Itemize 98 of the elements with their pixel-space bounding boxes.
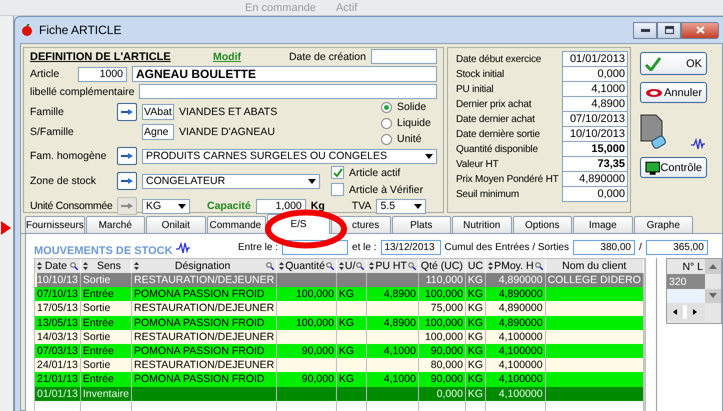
field-label: Unité Consommée — [30, 200, 112, 212]
stat-label: Quantité disponible — [456, 143, 539, 157]
combo-box[interactable]: 5.5 — [376, 198, 426, 214]
table-row[interactable]: 07/10/13 Entrée POMONA PASSION FROID 100,000 KG 4,8900 100,000 KG 4,890000 — [35, 287, 644, 302]
table-row[interactable]: 21/01/13 Entrée POMONA PASSION FROID 90,000 KG 4,1000 90,000 KG 4,100000 — [35, 372, 644, 386]
field-label: et le : — [352, 242, 376, 253]
window-title: Fiche ARTICLE — [39, 23, 122, 37]
field-label: S/Famille — [30, 126, 75, 138]
capacity-field[interactable]: 1,000 — [256, 198, 306, 214]
tab[interactable]: Onilait — [146, 216, 206, 233]
ok-button[interactable]: OK — [640, 52, 707, 75]
table-row[interactable]: 07/03/13 Entrée POMONA PASSION FROID 90,000 KG 4,1000 90,000 KG 4,100000 — [35, 344, 644, 358]
checkbox-option[interactable]: Article à Vérifier — [327, 182, 424, 198]
tab[interactable]: Plats — [392, 216, 451, 233]
total-field[interactable]: 380,00 — [573, 240, 635, 255]
total-field[interactable]: 365,00 — [646, 240, 708, 255]
field-label: Entre le : — [238, 242, 278, 253]
combo-box[interactable]: KG — [142, 198, 190, 214]
tab[interactable]: Image — [573, 216, 632, 233]
table-cell: 4,100000 — [486, 386, 546, 401]
family-name: VIANDES ET ABATS — [179, 106, 278, 118]
checkbox-option[interactable]: Article actif — [327, 164, 424, 180]
table-row[interactable]: 24/01/13 Sortie RESTAURATION/DEJEUNER 80,000 KG 4,100000 — [35, 358, 644, 372]
table-cell: KG — [465, 386, 486, 401]
stat-value: 0,000 — [562, 66, 628, 82]
stat-value: 0,000 — [562, 186, 628, 202]
column-header[interactable]: Qté (UC) — [418, 259, 466, 273]
article-name-field[interactable]: AGNEAU BOULETTE — [132, 66, 437, 82]
tab[interactable]: Marché — [86, 216, 145, 233]
section-heading: MOUVEMENTS DE STOCK — [34, 244, 172, 256]
mode-label: Modif — [213, 50, 241, 62]
stat-value: 4,890000 — [562, 171, 628, 187]
radio-option[interactable]: Unité — [377, 131, 437, 147]
article-number-field[interactable]: 1000 — [78, 66, 127, 82]
table-cell: Inventaire — [80, 386, 132, 401]
stat-value: 73,35 — [562, 156, 628, 172]
table-row[interactable]: 01/01/13 Inventaire 0,000 KG 4,100000 — [35, 386, 644, 401]
stat-value: 4,8900 — [562, 96, 628, 112]
column-header[interactable]: Nom du client — [545, 259, 644, 273]
column-header[interactable]: UC — [465, 259, 486, 273]
field-label: Capacité — [207, 200, 251, 212]
tab[interactable]: Graphe — [634, 216, 693, 233]
field-label: Famille — [30, 106, 65, 118]
combo-box[interactable]: CONGELATEUR — [142, 174, 320, 188]
field-label: Zone de stock — [30, 175, 97, 187]
field-label: libellé complémentaire — [30, 86, 134, 98]
table-cell: 01/01/13 — [35, 386, 80, 401]
family-name: VIANDE D'AGNEAU — [179, 126, 275, 138]
tab[interactable]: Options — [512, 216, 572, 233]
stat-value: 4,1000 — [562, 81, 628, 97]
cancel-button[interactable]: Annuler — [640, 82, 707, 103]
column-header[interactable]: N° L — [667, 259, 705, 274]
combo-box[interactable]: PRODUITS CARNES SURGELES OU CONGELES — [142, 148, 437, 164]
column-header[interactable]: U/ — [336, 259, 367, 273]
stat-label: Valeur HT — [456, 158, 500, 172]
column-header[interactable]: Date — [35, 259, 80, 273]
stat-value: 10/10/2013 — [562, 126, 628, 142]
table-cell: 320 — [667, 274, 705, 289]
radio-option[interactable]: Liquide — [377, 115, 437, 131]
field-label: Fam. homogène — [30, 150, 108, 162]
tab[interactable]: Fournisseurs — [25, 216, 84, 233]
background-text: En commande — [245, 2, 316, 14]
field-label: TVA — [352, 200, 372, 212]
field-label: Date de création — [288, 50, 366, 62]
stat-label: Seuil minimum — [456, 188, 520, 202]
background-text: Actif — [336, 2, 358, 14]
tab[interactable]: Nutrition — [452, 216, 512, 233]
stat-label: Prix Moyen Pondéré HT — [456, 173, 560, 187]
unit-label: Kg — [310, 200, 325, 212]
stat-label: Date début exercice — [456, 53, 542, 67]
column-header[interactable]: PMoy. H — [486, 259, 546, 273]
stat-label: PU initial — [456, 83, 494, 97]
table-row[interactable]: 14/03/13 Sortie RESTAURATION/DEJEUNER 100,000 KG 4,100000 — [35, 330, 644, 344]
code-field[interactable]: VAbat — [142, 104, 174, 120]
table-cell: 0,000 — [418, 386, 466, 401]
table-row[interactable]: 13/05/13 Entrée POMONA PASSION FROID 100,000 KG 4,8900 100,000 KG 4,890000 — [35, 316, 644, 330]
section-heading: DEFINITION DE L'ARTICLE — [30, 50, 172, 62]
stat-value: 07/10/2013 — [562, 111, 628, 127]
radio-option[interactable]: Solide — [377, 99, 437, 115]
separator-text: / — [639, 242, 642, 253]
tab[interactable]: Commande — [206, 216, 266, 233]
column-header[interactable]: PU HT — [366, 259, 418, 273]
stat-label: Date dernier achat — [456, 113, 536, 127]
field-label: Cumul des Entrées / Sorties — [444, 242, 569, 253]
field-label: Article — [30, 68, 60, 80]
stat-value: 01/01/2013 — [562, 51, 628, 67]
column-header[interactable]: Quantité — [276, 259, 336, 273]
column-header[interactable]: Désignation — [132, 259, 277, 273]
code-field[interactable]: Agne — [142, 124, 174, 140]
table-row[interactable]: 17/05/13 Sortie RESTAURATION/DEJEUNER 75,000 KG 4,890000 — [35, 301, 644, 316]
stat-value: 15,000 — [562, 141, 628, 157]
column-header[interactable]: Sens — [80, 259, 132, 273]
date-field[interactable]: 13/12/2013 — [380, 240, 440, 255]
control-button[interactable]: Contrôle — [640, 157, 707, 178]
table-row[interactable]: 10/10/13 Sortie RESTAURATION/DEJEUNER 110,000 KG 4,890000 COLLEGE DIDERO — [35, 273, 644, 288]
stat-label: Date dernière sortie — [456, 128, 541, 142]
stat-label: Dernier prix achat — [456, 98, 532, 112]
stat-label: Stock initial — [456, 68, 505, 82]
